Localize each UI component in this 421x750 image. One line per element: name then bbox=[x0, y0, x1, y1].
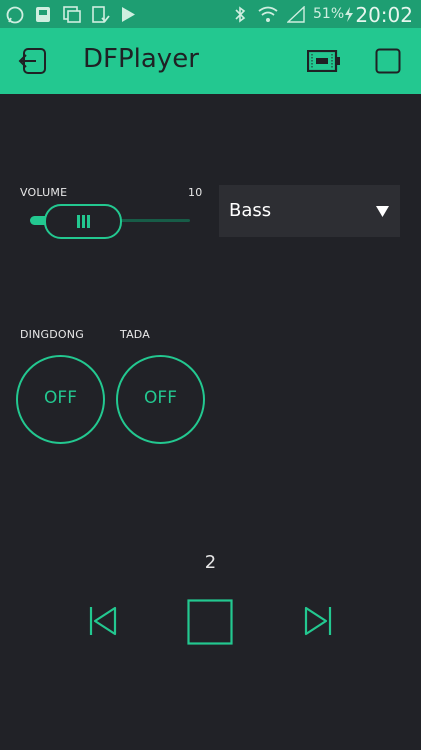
slider-thumb[interactable] bbox=[43, 204, 122, 239]
app-title: DFPlayer bbox=[83, 44, 199, 74]
dropdown-selected: Bass bbox=[229, 200, 272, 221]
equalizer-dropdown[interactable]: Bass bbox=[219, 185, 400, 237]
grip-icon bbox=[76, 215, 91, 228]
battery-percent: 51% bbox=[313, 6, 345, 22]
charging-icon bbox=[345, 7, 353, 22]
volume-slider[interactable] bbox=[30, 204, 192, 239]
app-bar: DFPlayer bbox=[0, 28, 421, 94]
task-icon bbox=[92, 6, 110, 23]
stop-icon[interactable] bbox=[187, 599, 233, 645]
signal-icon bbox=[287, 6, 305, 23]
previous-track-icon[interactable] bbox=[89, 606, 117, 636]
next-track-icon[interactable] bbox=[304, 606, 332, 636]
tada-state: OFF bbox=[144, 388, 177, 408]
chevron-down-icon bbox=[376, 206, 389, 217]
volume-label: VOLUME bbox=[20, 186, 68, 199]
stop-square-icon[interactable] bbox=[375, 48, 401, 74]
gallery-icon bbox=[63, 6, 81, 23]
status-bar: 51% 20:02 bbox=[0, 0, 421, 28]
wifi-icon bbox=[258, 6, 278, 22]
whatsapp-icon bbox=[6, 6, 24, 24]
play-store-icon bbox=[122, 7, 135, 22]
battery-icon[interactable] bbox=[307, 50, 341, 72]
status-time: 20:02 bbox=[355, 3, 413, 27]
exit-icon[interactable] bbox=[18, 47, 48, 75]
volume-value: 10 bbox=[188, 186, 203, 199]
dingdong-state: OFF bbox=[44, 388, 77, 408]
notification-icon bbox=[36, 7, 50, 22]
dingdong-label: DINGDONG bbox=[20, 328, 84, 341]
tada-button[interactable]: OFF bbox=[116, 355, 205, 444]
track-number: 2 bbox=[204, 552, 217, 573]
bluetooth-icon bbox=[235, 6, 246, 23]
dingdong-button[interactable]: OFF bbox=[16, 355, 105, 444]
tada-label: TADA bbox=[120, 328, 150, 341]
